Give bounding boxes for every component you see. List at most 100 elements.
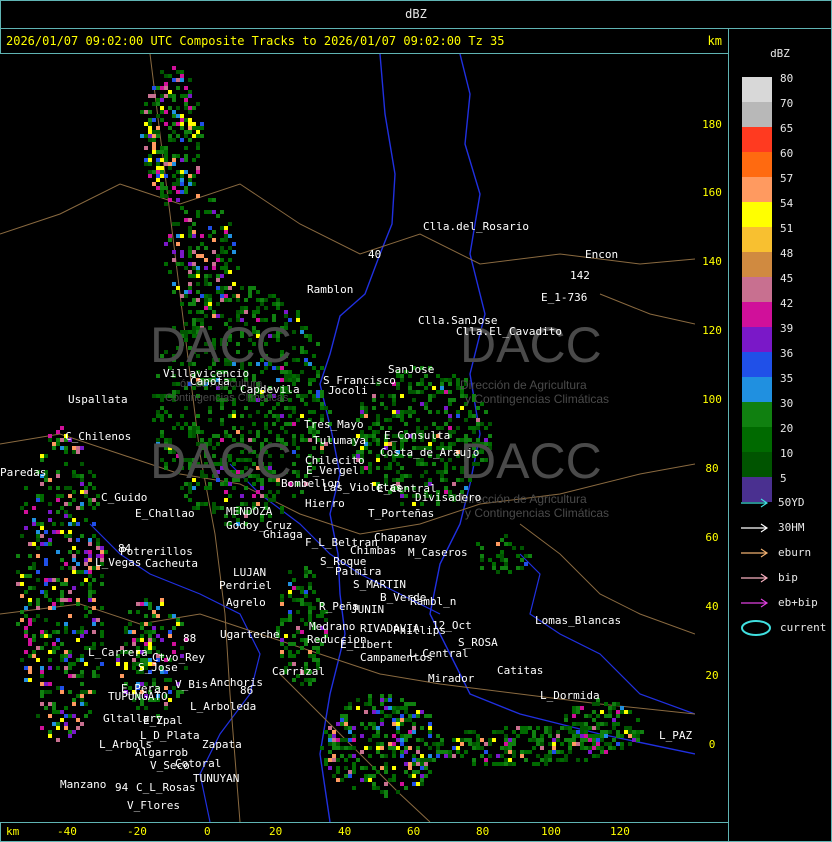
radar-echo-cell (152, 614, 156, 618)
radar-echo-cell (400, 706, 404, 710)
radar-echo-cell (504, 534, 508, 538)
radar-echo-cell (156, 614, 160, 618)
radar-echo-cell (56, 738, 60, 742)
radar-echo-cell (428, 730, 432, 734)
track-legend-item[interactable]: eb+bip (740, 594, 830, 612)
radar-echo-cell (256, 310, 260, 314)
radar-echo-cell (532, 746, 536, 750)
radar-echo-cell (428, 734, 432, 738)
radar-echo-cell (400, 722, 404, 726)
radar-echo-cell (168, 270, 172, 274)
radar-echo-cell (376, 734, 380, 738)
radar-echo-cell (256, 410, 260, 414)
radar-echo-cell (148, 174, 152, 178)
radar-echo-cell (320, 366, 324, 370)
radar-echo-cell (56, 630, 60, 634)
radar-echo-cell (288, 594, 292, 598)
radar-echo-cell (160, 194, 164, 198)
radar-echo-cell (260, 494, 264, 498)
radar-echo-cell (140, 602, 144, 606)
radar-echo-cell (320, 406, 324, 410)
track-legend-item[interactable]: bip (740, 569, 830, 587)
radar-echo-cell (456, 738, 460, 742)
radar-echo-cell (436, 470, 440, 474)
radar-echo-cell (380, 722, 384, 726)
radar-echo-cell (632, 734, 636, 738)
radar-echo-cell (392, 718, 396, 722)
radar-echo-cell (188, 122, 192, 126)
radar-echo-cell (196, 214, 200, 218)
radar-echo-cell (464, 418, 468, 422)
radar-echo-cell (616, 722, 620, 726)
radar-echo-cell (28, 586, 32, 590)
radar-echo-cell (176, 70, 180, 74)
radar-echo-cell (292, 374, 296, 378)
radar-echo-cell (336, 758, 340, 762)
radar-echo-cell (392, 414, 396, 418)
radar-echo-cell (408, 406, 412, 410)
radar-echo-cell (352, 746, 356, 750)
radar-echo-cell (392, 402, 396, 406)
place-label: 88 (183, 632, 197, 645)
track-legend-item[interactable]: eburn (740, 544, 830, 562)
radar-echo-cell (508, 738, 512, 742)
legend-value: 39 (780, 322, 794, 335)
radar-echo-cell (420, 390, 424, 394)
radar-echo-cell (376, 414, 380, 418)
radar-echo-cell (580, 742, 584, 746)
radar-echo-cell (180, 138, 184, 142)
radar-echo-cell (92, 674, 96, 678)
radar-echo-cell (296, 470, 300, 474)
radar-echo-cell (148, 638, 152, 642)
radar-echo-cell (396, 414, 400, 418)
radar-echo-cell (172, 138, 176, 142)
radar-echo-cell (196, 154, 200, 158)
radar-echo-cell (308, 678, 312, 682)
radar-echo-cell (80, 670, 84, 674)
radar-echo-cell (76, 474, 80, 478)
place-label: 94 (115, 781, 129, 794)
radar-echo-cell (196, 134, 200, 138)
radar-echo-cell (160, 86, 164, 90)
radar-echo-cell (144, 614, 148, 618)
radar-echo-cell (68, 734, 72, 738)
radar-echo-cell (304, 570, 308, 574)
current-legend-item[interactable]: current (740, 619, 830, 639)
radar-echo-cell (640, 730, 644, 734)
radar-echo-cell (64, 582, 68, 586)
radar-echo-cell (596, 722, 600, 726)
radar-echo-cell (628, 730, 632, 734)
radar-echo-cell (180, 178, 184, 182)
track-legend-item[interactable]: 30HM (740, 519, 830, 537)
radar-echo-cell (276, 306, 280, 310)
radar-echo-cell (424, 714, 428, 718)
radar-echo-cell (256, 298, 260, 302)
legend-value: 65 (780, 122, 794, 135)
radar-echo-cell (52, 722, 56, 726)
radar-echo-cell (76, 726, 80, 730)
radar-echo-cell (32, 518, 36, 522)
radar-echo-cell (496, 542, 500, 546)
radar-echo-cell (80, 490, 84, 494)
radar-echo-cell (212, 510, 216, 514)
radar-echo-cell (512, 730, 516, 734)
track-legend-item[interactable]: 50YD (740, 494, 830, 512)
radar-echo-cell (384, 418, 388, 422)
radar-echo-cell (192, 426, 196, 430)
radar-echo-cell (532, 730, 536, 734)
radar-echo-cell (296, 446, 300, 450)
place-label: S_MARTIN (353, 578, 406, 591)
radar-echo-cell (88, 482, 92, 486)
radar-echo-cell (428, 722, 432, 726)
radar-echo-cell (192, 158, 196, 162)
radar-echo-cell (344, 738, 348, 742)
radar-echo-cell (364, 702, 368, 706)
radar-echo-cell (80, 482, 84, 486)
radar-echo-cell (192, 174, 196, 178)
radar-map[interactable]: DACC DACC DACC DACC ón de Agricultura Co… (0, 54, 695, 822)
radar-echo-cell (372, 774, 376, 778)
radar-echo-cell (292, 598, 296, 602)
radar-echo-cell (32, 634, 36, 638)
radar-echo-cell (80, 658, 84, 662)
radar-echo-cell (488, 742, 492, 746)
